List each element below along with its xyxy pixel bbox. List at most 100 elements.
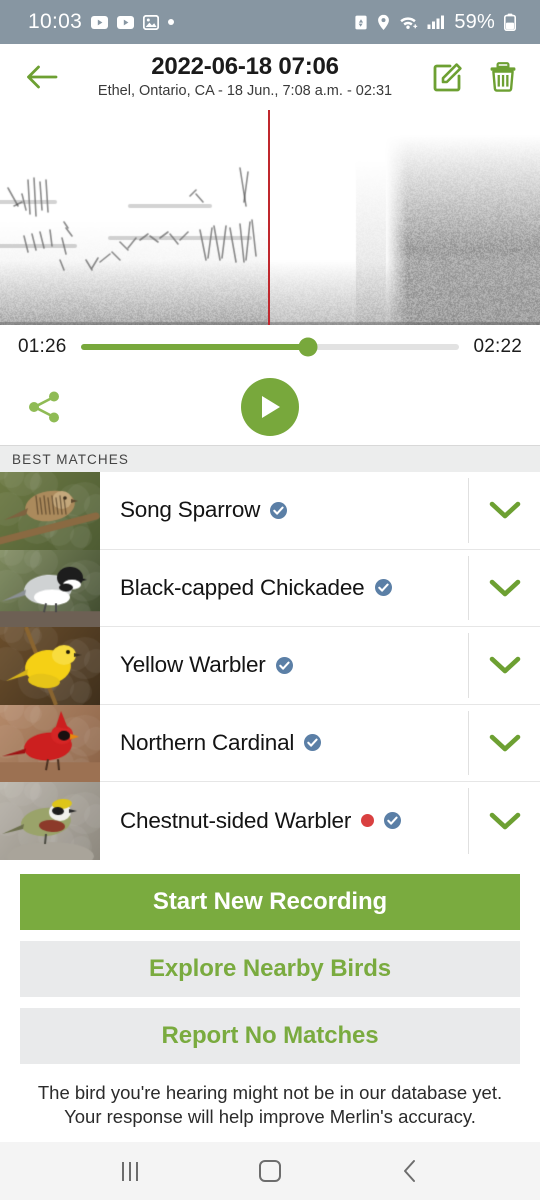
back-nav-icon bbox=[404, 1160, 415, 1182]
recents-button[interactable] bbox=[102, 1143, 158, 1199]
verified-badge-icon bbox=[275, 656, 293, 674]
home-icon bbox=[259, 1160, 281, 1182]
bird-name: Yellow Warbler bbox=[120, 652, 266, 678]
bird-row-main[interactable]: Northern Cardinal bbox=[100, 705, 468, 782]
status-bar-left: 10:03 bbox=[28, 10, 175, 34]
bird-row-main[interactable]: Song Sparrow bbox=[100, 472, 468, 549]
table-row[interactable]: Yellow Warbler bbox=[0, 627, 540, 705]
section-label: BEST MATCHES bbox=[12, 451, 129, 467]
bird-name: Northern Cardinal bbox=[120, 729, 295, 755]
chevron-down-icon bbox=[489, 734, 520, 752]
header-actions bbox=[424, 60, 520, 94]
table-row[interactable]: Black-capped Chickadee bbox=[0, 549, 540, 627]
bird-thumbnail[interactable] bbox=[0, 782, 100, 860]
spectrogram[interactable] bbox=[0, 110, 540, 325]
verified-badge-icon bbox=[270, 501, 288, 519]
table-row[interactable]: Song Sparrow bbox=[0, 472, 540, 550]
verified-badge bbox=[304, 734, 322, 752]
seek-thumb[interactable] bbox=[298, 337, 318, 357]
transport-controls bbox=[0, 369, 540, 445]
header-text-block: 2022-06-18 07:06 Ethel, Ontario, CA - 18… bbox=[70, 52, 420, 101]
bird-row-main[interactable]: Yellow Warbler bbox=[100, 627, 468, 704]
bird-row-main[interactable]: Chestnut-sided Warbler bbox=[100, 782, 468, 860]
chevron-down-icon bbox=[489, 656, 520, 674]
best-matches-section-header: BEST MATCHES bbox=[0, 445, 540, 472]
table-row[interactable]: Northern Cardinal bbox=[0, 704, 540, 782]
seek-progress-fill bbox=[80, 344, 308, 350]
home-button[interactable] bbox=[242, 1143, 298, 1199]
expand-row-button[interactable] bbox=[468, 633, 540, 698]
explore-nearby-birds-button[interactable]: Explore Nearby Birds bbox=[20, 940, 520, 997]
action-buttons: Start New Recording Explore Nearby Birds… bbox=[0, 859, 540, 1130]
bird-name: Song Sparrow bbox=[120, 497, 261, 523]
bird-thumbnail[interactable] bbox=[0, 704, 100, 782]
edit-button[interactable] bbox=[430, 60, 464, 94]
chevron-down-icon bbox=[489, 501, 520, 519]
chestnut-sided-warbler-photo bbox=[0, 782, 100, 860]
northern-cardinal-photo bbox=[0, 704, 100, 782]
verified-badge bbox=[384, 812, 402, 830]
location-icon bbox=[377, 14, 390, 31]
verified-badge bbox=[275, 656, 293, 674]
report-no-matches-button[interactable]: Report No Matches bbox=[20, 1007, 520, 1064]
delete-button[interactable] bbox=[486, 60, 520, 94]
seek-bar-row: 01:26 02:22 bbox=[0, 325, 540, 369]
verified-badge-icon bbox=[384, 812, 402, 830]
battery-icon bbox=[504, 13, 516, 32]
verified-badge-icon bbox=[304, 734, 322, 752]
black-capped-chickadee-photo bbox=[0, 549, 100, 627]
back-arrow-icon bbox=[27, 65, 58, 89]
yellow-warbler-photo bbox=[0, 627, 100, 705]
dot-icon bbox=[168, 19, 175, 25]
share-icon bbox=[29, 391, 59, 423]
expand-row-button[interactable] bbox=[468, 555, 540, 620]
status-bar-right: 59% bbox=[354, 11, 516, 34]
page-title: 2022-06-18 07:06 bbox=[151, 52, 339, 80]
seek-slider[interactable] bbox=[80, 337, 460, 357]
youtube-icon bbox=[117, 15, 135, 29]
bird-thumbnail[interactable] bbox=[0, 472, 100, 550]
new-species-dot-icon bbox=[361, 814, 375, 828]
youtube-icon bbox=[91, 15, 109, 29]
data-saver-icon bbox=[354, 14, 368, 31]
table-row[interactable]: Chestnut-sided Warbler bbox=[0, 782, 540, 860]
bird-thumbnail[interactable] bbox=[0, 627, 100, 705]
start-new-recording-button[interactable]: Start New Recording bbox=[20, 873, 520, 930]
playhead-indicator bbox=[267, 110, 270, 325]
share-button[interactable] bbox=[22, 385, 66, 429]
battery-percent: 59% bbox=[454, 10, 495, 33]
expand-row-button[interactable] bbox=[468, 478, 540, 543]
spectrogram-canvas[interactable] bbox=[0, 110, 540, 325]
expand-row-button[interactable] bbox=[468, 788, 540, 854]
verified-badge-icon bbox=[374, 579, 392, 597]
bird-name: Chestnut-sided Warbler bbox=[120, 807, 352, 833]
best-matches-list: Song Sparrow Black-capped Chickadee Yellow… bbox=[0, 472, 540, 860]
song-sparrow-photo bbox=[0, 472, 100, 550]
verified-badge bbox=[374, 579, 392, 597]
trash-icon bbox=[490, 62, 516, 92]
status-clock: 10:03 bbox=[28, 10, 83, 33]
back-button[interactable] bbox=[18, 53, 66, 101]
expand-row-button[interactable] bbox=[468, 710, 540, 775]
total-time-label: 02:22 bbox=[473, 336, 522, 357]
verified-badge bbox=[270, 501, 288, 519]
play-icon bbox=[262, 396, 280, 418]
cellular-signal-icon bbox=[427, 14, 445, 30]
bird-name: Black-capped Chickadee bbox=[120, 574, 365, 600]
play-button[interactable] bbox=[241, 378, 299, 436]
chevron-down-icon bbox=[489, 812, 520, 830]
footnote-text: The bird you're hearing might not be in … bbox=[37, 1081, 503, 1127]
chevron-down-icon bbox=[489, 579, 520, 597]
recents-icon bbox=[122, 1161, 138, 1181]
bird-row-main[interactable]: Black-capped Chickadee bbox=[100, 550, 468, 627]
edit-icon bbox=[433, 62, 462, 91]
app-header: 2022-06-18 07:06 Ethel, Ontario, CA - 18… bbox=[0, 44, 540, 110]
system-nav-bar bbox=[0, 1142, 540, 1200]
current-time-label: 01:26 bbox=[18, 336, 67, 357]
bird-thumbnail[interactable] bbox=[0, 549, 100, 627]
back-nav-button[interactable] bbox=[382, 1143, 438, 1199]
image-icon bbox=[142, 14, 160, 30]
app-screen: 10:03 59% 2022-06-18 07:06 Ethel, Ontari… bbox=[0, 0, 540, 1200]
wifi-icon bbox=[399, 14, 418, 30]
status-bar: 10:03 59% bbox=[0, 0, 540, 44]
